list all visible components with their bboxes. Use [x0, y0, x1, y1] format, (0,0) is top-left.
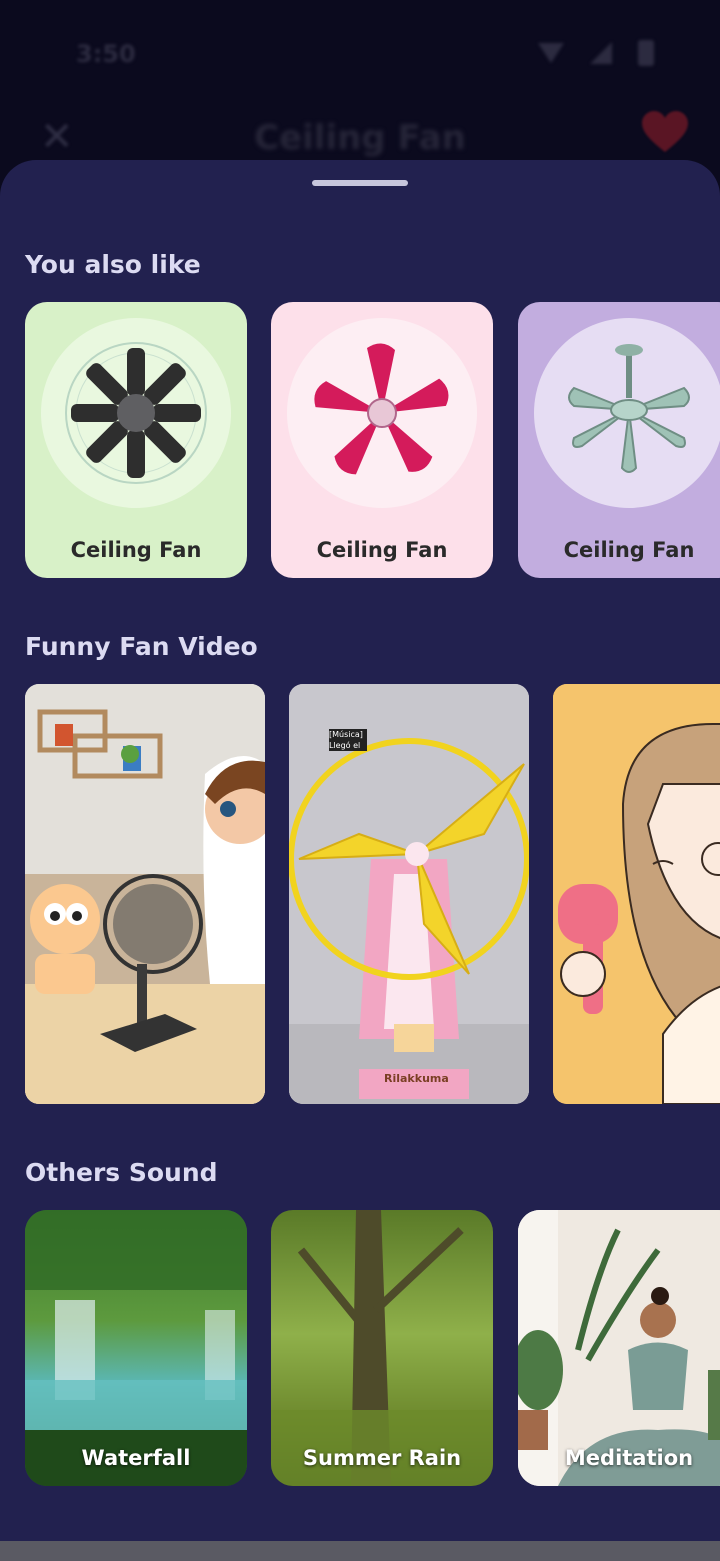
others-sound-row: Waterfall Summer Rain Meditation [25, 1210, 720, 1486]
bottom-sheet: You also like Ceiling Fan Ceiling Fan Ce… [0, 160, 720, 1541]
video-thumbnail-2[interactable]: [Música] Llegó el Rilakkuma [289, 684, 529, 1104]
wifi-icon [538, 43, 564, 63]
status-time: 3:50 [76, 40, 136, 68]
fan-card-1-label: Ceiling Fan [70, 538, 202, 562]
sound-card-summer-rain[interactable]: Summer Rain [271, 1210, 493, 1486]
video-thumbnail-1[interactable] [25, 684, 265, 1104]
system-nav-bar [0, 1541, 720, 1561]
brand-text: Rilakkuma [384, 1072, 449, 1085]
battery-icon [638, 40, 654, 66]
ceiling-fan-icon [568, 344, 690, 473]
heart-icon[interactable] [640, 110, 690, 158]
sound-card-waterfall-label: Waterfall [81, 1446, 191, 1470]
fan-card-2-label: Ceiling Fan [316, 538, 448, 562]
page-title: Ceiling Fan [254, 118, 466, 158]
section-title-you-also-like: You also like [25, 250, 201, 279]
section-title-others-sound: Others Sound [25, 1158, 218, 1187]
fan-card-2[interactable]: Ceiling Fan [271, 302, 493, 578]
funny-fan-video-row: [Música] Llegó el Rilakkuma [25, 684, 720, 1104]
section-title-funny-fan-video: Funny Fan Video [25, 632, 258, 661]
you-also-like-row: Ceiling Fan Ceiling Fan Ceiling Fan [25, 302, 720, 580]
waterfall-image [25, 1210, 247, 1486]
summer-rain-image [271, 1210, 493, 1486]
fan-card-1[interactable]: Ceiling Fan [25, 302, 247, 578]
status-icons [538, 40, 654, 66]
yellow-fan-image [289, 684, 529, 1104]
meditation-image [518, 1210, 720, 1486]
sound-card-summer-rain-label: Summer Rain [302, 1446, 462, 1470]
pink-fan-icon [314, 343, 449, 475]
fan-card-3-label: Ceiling Fan [563, 538, 695, 562]
cartoon-scene-image [25, 684, 265, 1104]
box-fan-icon [65, 342, 207, 484]
drag-handle[interactable] [312, 180, 408, 186]
fan-card-3[interactable]: Ceiling Fan [518, 302, 720, 578]
sound-card-meditation-label: Meditation [564, 1446, 694, 1470]
cartoon-girl-image [553, 684, 720, 1104]
sound-card-meditation[interactable]: Meditation [518, 1210, 720, 1486]
video-thumbnail-3[interactable] [553, 684, 720, 1104]
background-screen: 3:50 ✕ Ceiling Fan [0, 0, 720, 170]
video-caption: [Música] Llegó el [329, 730, 363, 750]
sound-card-waterfall[interactable]: Waterfall [25, 1210, 247, 1486]
signal-icon [590, 42, 612, 64]
